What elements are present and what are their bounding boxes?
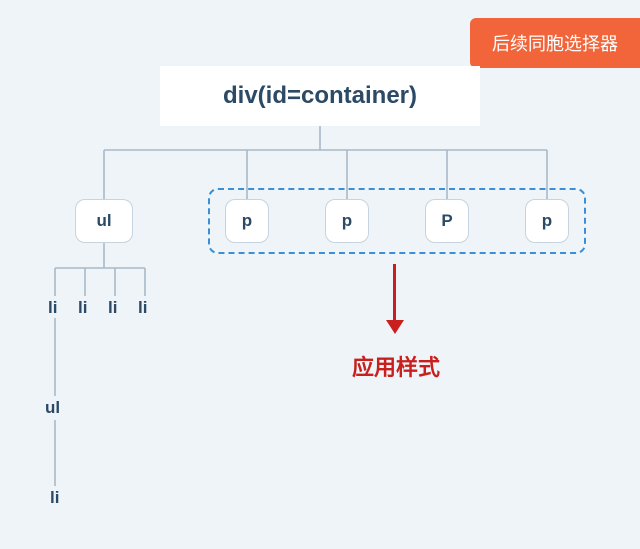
node-p-2: p — [325, 199, 369, 243]
node-p-3: P — [425, 199, 469, 243]
node-li-4: li — [138, 298, 147, 318]
node-li-3: li — [108, 298, 117, 318]
apply-arrow-line — [393, 264, 396, 322]
node-li-1: li — [48, 298, 57, 318]
root-node: div(id=container) — [160, 66, 480, 126]
node-p-1: p — [225, 199, 269, 243]
node-ul: ul — [75, 199, 133, 243]
node-li-5: li — [50, 488, 59, 508]
node-p-4: p — [525, 199, 569, 243]
apply-arrow-head — [386, 320, 404, 334]
apply-style-label: 应用样式 — [352, 350, 440, 382]
node-li-2: li — [78, 298, 87, 318]
badge-selector-type: 后续同胞选择器 — [470, 18, 640, 68]
node-ul-2: ul — [45, 398, 60, 418]
